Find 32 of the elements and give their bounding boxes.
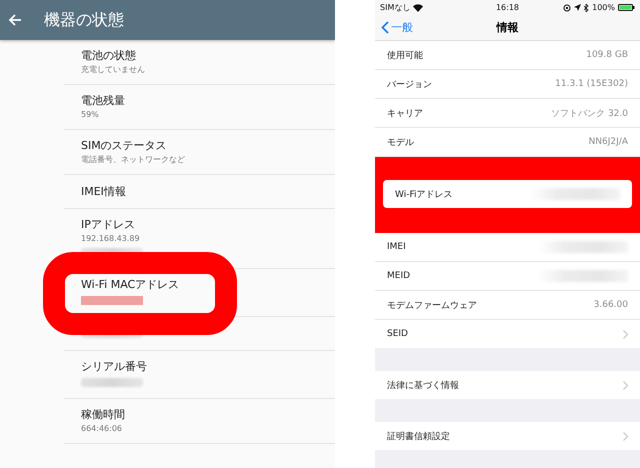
- setting-title[interactable]: 電池残量: [81, 93, 335, 109]
- battery-percent: 100%: [592, 3, 615, 12]
- setting-title[interactable]: 稼働時間: [81, 407, 335, 423]
- setting-value: 192.168.43.89: [81, 233, 141, 245]
- clock: 16:18: [496, 3, 520, 12]
- setting-title[interactable]: IMEI情報: [81, 184, 335, 200]
- setting-value: 59%: [81, 109, 100, 121]
- rotation-lock-icon: [563, 4, 572, 12]
- redacted-value: [81, 378, 143, 387]
- info-row: Wi-Fiアドレス: [383, 180, 632, 208]
- setting-title[interactable]: SIMのステータス: [81, 138, 335, 154]
- chevron-icon: [623, 380, 628, 390]
- screen-title: 情報: [496, 21, 518, 34]
- back-button[interactable]: 一般: [381, 20, 413, 35]
- location-arrow-icon: [574, 4, 582, 11]
- redacted-value: [81, 296, 143, 305]
- bluetooth-icon: [584, 4, 590, 12]
- setting-title[interactable]: シリアル番号: [81, 359, 335, 375]
- chevron-left-icon: [381, 21, 389, 34]
- carrier-label: SIMなし: [380, 2, 410, 13]
- chevron-icon: [623, 432, 628, 440]
- setting-title[interactable]: IPアドレス: [81, 217, 335, 233]
- setting-value: 電話番号、ネットワークなど: [81, 154, 186, 166]
- battery-icon: [618, 4, 635, 11]
- back-arrow-icon[interactable]: [8, 13, 22, 27]
- screen-title: 機器の状態: [44, 10, 124, 30]
- wifi-icon: [413, 4, 424, 12]
- setting-title[interactable]: 電池の状態: [81, 48, 335, 64]
- setting-title[interactable]: Wi-Fi MACアドレス: [81, 277, 335, 293]
- setting-value: 充電していません: [81, 64, 146, 76]
- chevron-icon: [623, 330, 628, 338]
- setting-value: 664:46:06: [81, 423, 124, 435]
